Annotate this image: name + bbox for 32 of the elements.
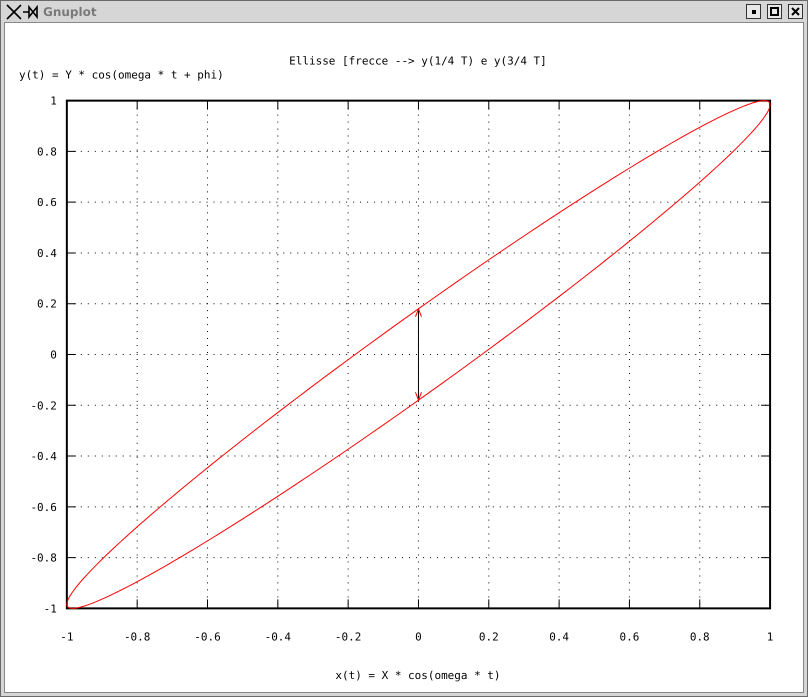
y-tick-label: -0.8 bbox=[30, 552, 57, 565]
y-tick-label: 0.8 bbox=[37, 145, 57, 158]
y-tick-label: 0.2 bbox=[37, 298, 57, 311]
y-axis-label: y(t) = Y * cos(omega * t + phi) bbox=[18, 68, 224, 82]
y-tick-label: 0.6 bbox=[37, 196, 57, 210]
x-tick-label: -1 bbox=[60, 630, 74, 644]
x-tick-label: 0.4 bbox=[549, 630, 570, 644]
x-logo-icon bbox=[5, 4, 39, 20]
y-tick-label: 0 bbox=[50, 348, 57, 362]
x-tick-label: 1 bbox=[766, 630, 774, 644]
x-axis-label: x(t) = X * cos(omega * t) bbox=[335, 669, 500, 682]
close-icon bbox=[791, 7, 800, 16]
y-tick-label: -0.4 bbox=[30, 450, 57, 464]
x-tick-label: -0.8 bbox=[124, 630, 150, 644]
minimize-button[interactable] bbox=[746, 4, 761, 19]
x-tick-label: 0.6 bbox=[620, 630, 640, 644]
y-tick-label: -1 bbox=[44, 602, 57, 616]
x-tick-label: 0 bbox=[415, 630, 422, 644]
chart-title: Ellisse [frecce --> y(1/4 T) e y(3/4 T] bbox=[289, 54, 547, 68]
maximize-icon bbox=[770, 7, 779, 16]
maximize-button[interactable] bbox=[767, 4, 782, 19]
x-tick-label: 0.2 bbox=[478, 630, 499, 644]
y-tick-label: 1 bbox=[50, 94, 57, 108]
close-button[interactable] bbox=[788, 4, 803, 19]
x-tick-label: -0.2 bbox=[334, 630, 362, 644]
window-title: Gnuplot bbox=[43, 4, 98, 18]
x-tick-label: 0.8 bbox=[690, 630, 710, 644]
x-tick-label: -0.6 bbox=[194, 630, 221, 644]
y-tick-label: -0.2 bbox=[30, 399, 57, 412]
x-tick-label: -0.4 bbox=[264, 630, 292, 644]
y-tick-label: 0.4 bbox=[37, 246, 57, 260]
y-tick-label: -0.6 bbox=[30, 500, 57, 514]
